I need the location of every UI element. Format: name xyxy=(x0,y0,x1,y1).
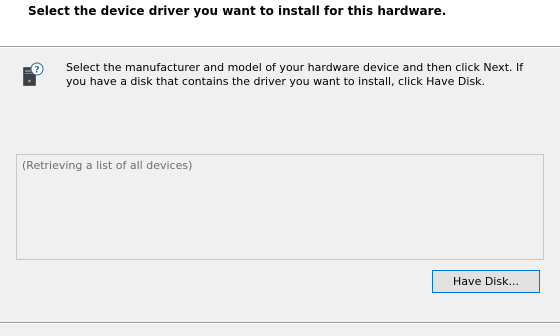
have-disk-button-label: Have Disk... xyxy=(453,275,519,288)
instructions-text: Select the manufacturer and model of you… xyxy=(66,61,524,88)
device-list[interactable]: (Retrieving a list of all devices) xyxy=(16,154,544,260)
svg-text:?: ? xyxy=(34,66,39,76)
header-divider-highlight xyxy=(0,47,560,48)
dialog-header: Select the device driver you want to ins… xyxy=(0,0,560,46)
footer-divider-highlight xyxy=(0,323,560,324)
have-disk-button[interactable]: Have Disk... xyxy=(432,270,540,293)
page-title: Select the device driver you want to ins… xyxy=(28,4,447,18)
device-list-status: (Retrieving a list of all devices) xyxy=(22,159,193,172)
hardware-device-icon: ? xyxy=(20,62,46,88)
